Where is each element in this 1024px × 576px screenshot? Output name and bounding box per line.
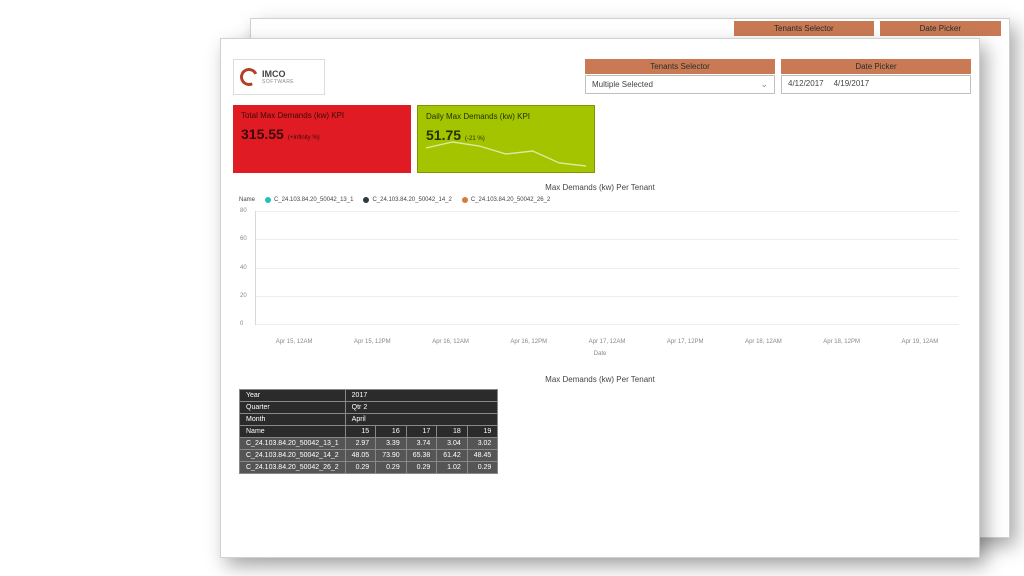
tab-tenants-bg: Tenants Selector (734, 21, 874, 36)
kpi-daily-title: Daily Max Demands (kw) KPI (426, 112, 586, 121)
dashboard-window: IMCO SOFTWARE Tenants Selector Date Pick… (220, 38, 980, 558)
tab-dates-bg: Date Picker (880, 21, 1001, 36)
bar-chart-legend: Name C_24.103.84.20_50042_13_1 C_24.103.… (239, 197, 550, 203)
data-table: Year2017QuarterQtr 2MonthAprilName151617… (239, 389, 498, 474)
bar-chart-panel: Max Demands (kw) Per Tenant Name C_24.10… (233, 179, 967, 359)
brand-swirl-icon (237, 65, 260, 88)
tenants-select-value: Multiple Selected (592, 80, 653, 89)
table-row: C_24.103.84.20_50042_14_248.0573.9065.38… (240, 450, 498, 462)
kpi-sparkline (426, 138, 586, 168)
bar-chart-xlabel: Date (233, 351, 967, 357)
tenants-selector-label: Tenants Selector (585, 59, 775, 74)
kpi-total-value: 315.55(+Infinity %) (241, 126, 403, 142)
table-row: C_24.103.84.20_50042_13_12.973.393.743.0… (240, 438, 498, 450)
brand-logo: IMCO SOFTWARE (233, 59, 325, 95)
chevron-down-icon: ⌄ (760, 79, 768, 90)
legend-dot-icon (265, 197, 271, 203)
brand-subtitle: SOFTWARE (262, 79, 294, 85)
legend-dot-icon (363, 197, 369, 203)
date-start: 4/12/2017 (788, 79, 824, 90)
legend-label: Name (239, 197, 255, 203)
brand-name: IMCO (262, 70, 294, 79)
data-table-panel: Max Demands (kw) Per Tenant Year2017Quar… (233, 371, 967, 547)
table-row: C_24.103.84.20_50042_26_20.290.290.291.0… (240, 462, 498, 474)
bar-chart-plot: 020406080 (255, 211, 959, 325)
date-end: 4/19/2017 (834, 79, 870, 90)
kpi-daily-card[interactable]: Daily Max Demands (kw) KPI 51.75(-21 %) (417, 105, 595, 173)
bar-chart-xaxis: Apr 15, 12AMApr 15, 12PMApr 16, 12AMApr … (255, 339, 959, 345)
data-table-title: Max Demands (kw) Per Tenant (233, 371, 967, 388)
kpi-total-card[interactable]: Total Max Demands (kw) KPI 315.55(+Infin… (233, 105, 411, 173)
date-range-input[interactable]: 4/12/2017 4/19/2017 (781, 75, 971, 94)
bar-chart-title: Max Demands (kw) Per Tenant (233, 179, 967, 196)
date-picker-label: Date Picker (781, 59, 971, 74)
legend-dot-icon (462, 197, 468, 203)
kpi-total-title: Total Max Demands (kw) KPI (241, 111, 403, 120)
tenants-select[interactable]: Multiple Selected ⌄ (585, 75, 775, 94)
